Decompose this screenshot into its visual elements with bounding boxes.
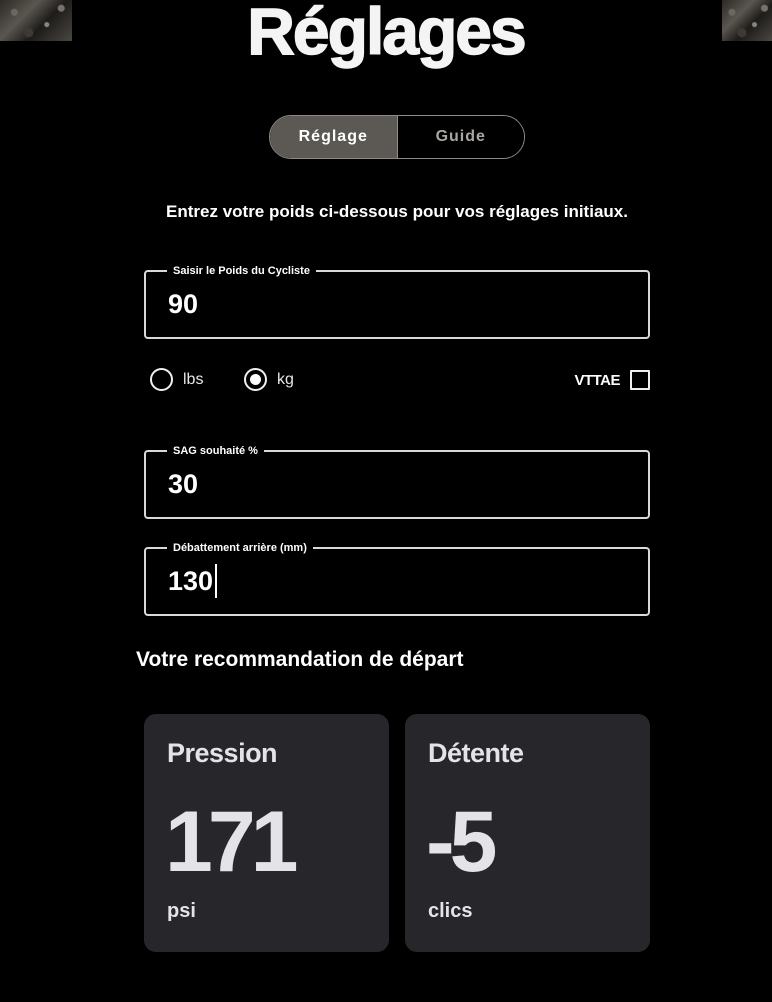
- rear-travel-value: 130: [168, 566, 214, 596]
- sag-field[interactable]: SAG souhaité % 30: [144, 443, 650, 519]
- ebike-checkbox[interactable]: [630, 370, 650, 390]
- rear-travel-field[interactable]: Débattement arrière (mm) 130: [144, 540, 650, 616]
- pressure-card: Pression 171 psi: [144, 714, 389, 952]
- pressure-card-unit: psi: [167, 900, 196, 922]
- radio-kg-label: kg: [277, 370, 294, 388]
- unit-radio-lbs[interactable]: lbs: [150, 368, 203, 391]
- pressure-card-title: Pression: [167, 738, 278, 768]
- rebound-card: Détente -5 clics: [405, 714, 650, 952]
- intro-text: Entrez votre poids ci-dessous pour vos r…: [166, 202, 628, 221]
- rebound-card-value: -5: [426, 794, 498, 890]
- ebike-option[interactable]: VTTAE: [574, 370, 650, 390]
- unit-radio-kg[interactable]: kg: [244, 368, 294, 391]
- mode-tabs: Réglage Guide: [269, 115, 525, 159]
- recommendation-title: Votre recommandation de départ: [136, 648, 464, 671]
- rebound-card-unit: clics: [428, 900, 473, 922]
- radio-kg-selected-dot: [250, 374, 261, 385]
- radio-kg-circle[interactable]: [244, 368, 267, 391]
- unit-selector: lbs kg VTTAE: [150, 368, 650, 396]
- pressure-card-value: 171: [165, 794, 298, 890]
- rebound-card-title: Détente: [428, 738, 524, 768]
- rear-travel-input[interactable]: 130: [168, 549, 218, 614]
- tab-reglage[interactable]: Réglage: [270, 116, 398, 158]
- text-caret: [215, 563, 218, 598]
- ebike-label: VTTAE: [574, 371, 620, 389]
- radio-lbs-circle[interactable]: [150, 368, 173, 391]
- page-title: Réglages: [247, 0, 528, 69]
- sag-value[interactable]: 30: [168, 452, 198, 517]
- radio-lbs-label: lbs: [183, 370, 204, 388]
- rider-weight-value[interactable]: 90: [168, 272, 198, 337]
- tab-guide[interactable]: Guide: [397, 116, 524, 158]
- rider-weight-field[interactable]: Saisir le Poids du Cycliste 90: [144, 263, 650, 339]
